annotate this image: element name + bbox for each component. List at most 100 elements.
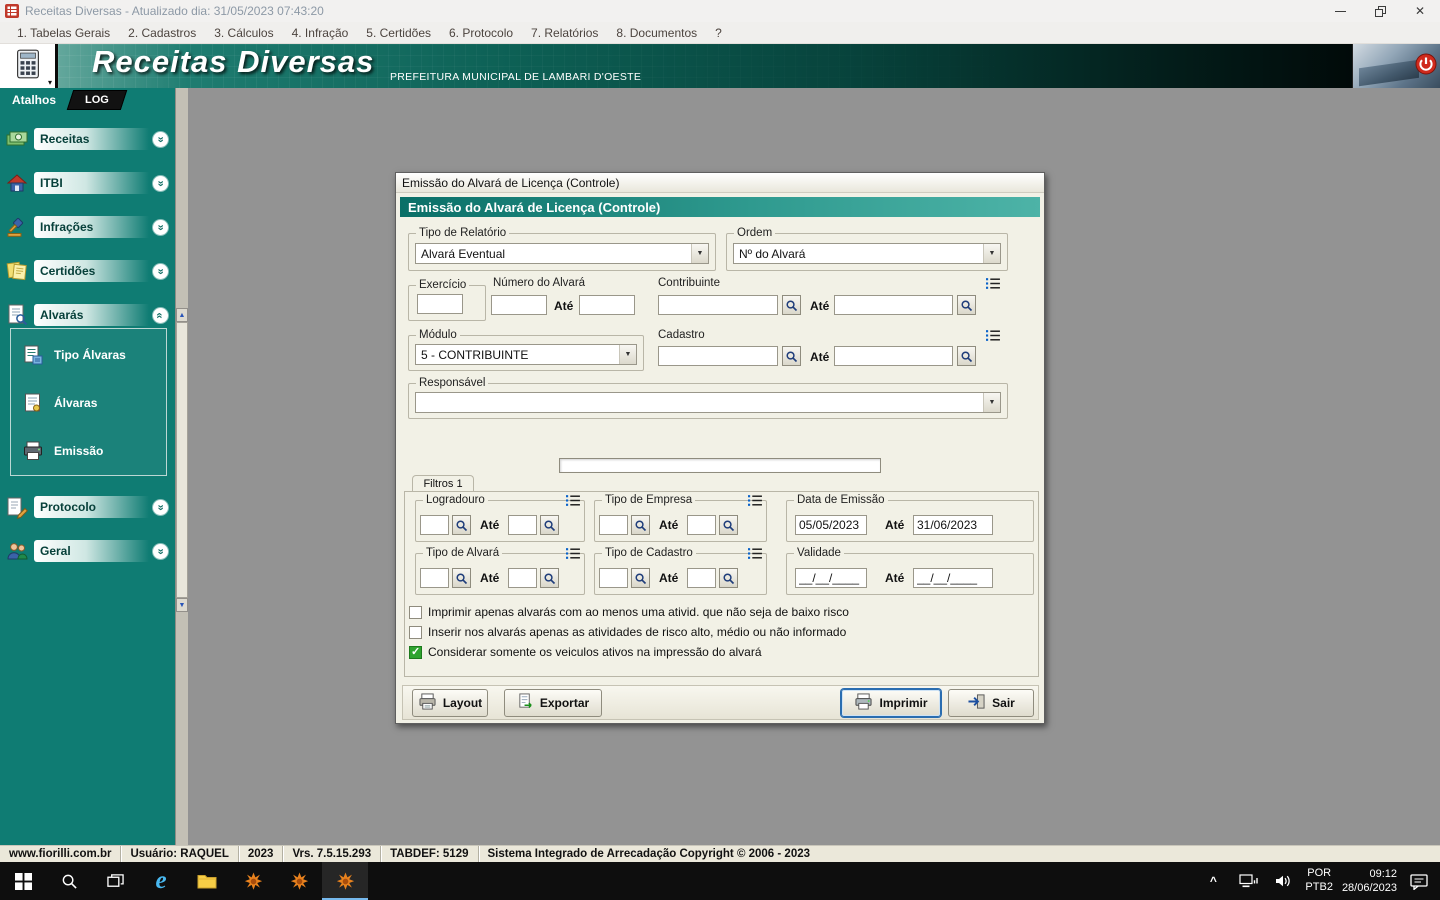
speaker-icon[interactable] [1270, 868, 1296, 894]
exercicio-input[interactable] [417, 294, 463, 314]
menu-certidoes[interactable]: 5. Certidões [357, 24, 440, 42]
tipo-empresa-from-input[interactable] [599, 515, 628, 535]
data-emissao-from-input[interactable] [795, 515, 867, 535]
chevron-up-icon[interactable]: » [153, 308, 168, 323]
notification-center-icon[interactable] [1406, 868, 1432, 894]
sidebar-item-certidoes[interactable]: Certidões » [4, 258, 168, 284]
tipo-alvara-to-search-button[interactable] [540, 568, 559, 588]
tipo-empresa-to-search-button[interactable] [719, 515, 738, 535]
submenu-item-tipo-alvaras[interactable]: Tipo Álvaras [21, 341, 126, 369]
cadastro-from-search-button[interactable] [782, 346, 801, 366]
chevron-down-icon[interactable]: » [153, 544, 168, 559]
tipo-cadastro-from-input[interactable] [599, 568, 628, 588]
chevron-down-icon[interactable]: » [153, 500, 168, 515]
submenu-item-emissao[interactable]: Emissão [21, 437, 103, 465]
contribuinte-from-search-button[interactable] [782, 295, 801, 315]
menu-protocolo[interactable]: 6. Protocolo [440, 24, 522, 42]
close-icon[interactable]: ✕ [1400, 0, 1440, 22]
numero-alvara-from-input[interactable] [491, 295, 547, 315]
cadastro-from-input[interactable] [658, 346, 778, 366]
imprimir-button[interactable]: Imprimir [841, 689, 941, 717]
layout-button[interactable]: Layout [412, 689, 488, 717]
tipo-empresa-to-input[interactable] [687, 515, 716, 535]
logradouro-from-search-button[interactable] [452, 515, 471, 535]
sidebar-item-itbi[interactable]: ITBI » [4, 170, 168, 196]
tipo-alvara-from-input[interactable] [420, 568, 449, 588]
validade-to-input[interactable] [913, 568, 993, 588]
task-view-button[interactable] [92, 862, 138, 900]
edge-browser-button[interactable]: e [138, 862, 184, 900]
menu-documentos[interactable]: 8. Documentos [607, 24, 706, 42]
window-titlebar[interactable]: Receitas Diversas - Atualizado dia: 31/0… [0, 0, 1440, 22]
network-icon[interactable] [1235, 868, 1261, 894]
chevron-down-icon[interactable]: » [153, 132, 168, 147]
contribuinte-to-input[interactable] [834, 295, 953, 315]
sidebar-tab-atalhos[interactable]: Atalhos [8, 90, 64, 110]
start-button[interactable] [0, 862, 46, 900]
menu-cadastros[interactable]: 2. Cadastros [119, 24, 205, 42]
contribuinte-list-button[interactable] [985, 276, 1002, 290]
sair-button[interactable]: Sair [948, 689, 1034, 717]
contribuinte-to-search-button[interactable] [957, 295, 976, 315]
fiorilli-app-3-button-active[interactable] [322, 862, 368, 900]
taskbar-search-button[interactable] [46, 862, 92, 900]
menu-calculos[interactable]: 3. Cálculos [205, 24, 282, 42]
tipo-empresa-list-button[interactable] [747, 493, 764, 507]
chevron-down-icon[interactable]: » [153, 220, 168, 235]
tipo-alvara-to-input[interactable] [508, 568, 537, 588]
tab-filtros-1[interactable]: Filtros 1 [412, 475, 474, 492]
dropdown-arrow-icon[interactable]: ▼ [619, 345, 636, 364]
exportar-button[interactable]: Exportar [504, 689, 602, 717]
menu-infracao[interactable]: 4. Infração [283, 24, 358, 42]
logradouro-from-input[interactable] [420, 515, 449, 535]
tipo-empresa-from-search-button[interactable] [631, 515, 650, 535]
cadastro-to-input[interactable] [834, 346, 953, 366]
checkbox-baixo-risco[interactable] [409, 606, 422, 619]
taskbar-clock[interactable]: 09:12 28/06/2023 [1342, 867, 1397, 896]
sidebar-item-protocolo[interactable]: Protocolo » [4, 494, 168, 520]
tray-chevron-icon[interactable]: ^ [1200, 868, 1226, 894]
tipo-cadastro-to-input[interactable] [687, 568, 716, 588]
sidebar-item-receitas[interactable]: Receitas » [4, 126, 168, 152]
dropdown-arrow-icon[interactable]: ▼ [691, 244, 708, 263]
sidebar-tab-log[interactable]: LOG [67, 90, 127, 110]
restore-icon[interactable] [1360, 0, 1400, 22]
fiorilli-app-1-button[interactable] [230, 862, 276, 900]
tipo-alvara-from-search-button[interactable] [452, 568, 471, 588]
calculator-launcher[interactable]: ▾ [0, 44, 58, 88]
tipo-cadastro-list-button[interactable] [747, 546, 764, 560]
submenu-item-alvaras[interactable]: Álvaras [21, 389, 97, 417]
tipo-alvara-list-button[interactable] [565, 546, 582, 560]
cadastro-to-search-button[interactable] [957, 346, 976, 366]
power-button[interactable] [1415, 53, 1437, 75]
tipo-cadastro-from-search-button[interactable] [631, 568, 650, 588]
responsavel-select[interactable]: ▼ [415, 392, 1001, 413]
minimize-icon[interactable] [1320, 0, 1360, 22]
tipo-cadastro-to-search-button[interactable] [719, 568, 738, 588]
contribuinte-from-input[interactable] [658, 295, 778, 315]
fiorilli-app-2-button[interactable] [276, 862, 322, 900]
scroll-down-icon[interactable]: ▼ [176, 598, 188, 612]
numero-alvara-to-input[interactable] [579, 295, 635, 315]
checkbox-risco-alto[interactable] [409, 626, 422, 639]
scrollbar-track[interactable] [176, 322, 188, 598]
menu-help[interactable]: ? [706, 24, 731, 42]
ordem-select[interactable]: Nº do Alvará ▼ [733, 243, 1001, 264]
chevron-down-icon[interactable]: » [153, 264, 168, 279]
dropdown-arrow-icon[interactable]: ▼ [983, 244, 1000, 263]
chevron-down-icon[interactable]: » [153, 176, 168, 191]
logradouro-list-button[interactable] [565, 493, 582, 507]
dialog-titlebar[interactable]: Emissão do Alvará de Licença (Controle) [396, 173, 1044, 193]
file-explorer-button[interactable] [184, 862, 230, 900]
menu-tabelas-gerais[interactable]: 1. Tabelas Gerais [8, 24, 119, 42]
checkbox-veiculos-ativos[interactable] [409, 646, 422, 659]
modulo-select[interactable]: 5 - CONTRIBUINTE ▼ [415, 344, 637, 365]
sidebar-scrollbar[interactable]: ▲ ▼ [175, 88, 188, 845]
validade-from-input[interactable] [795, 568, 867, 588]
language-indicator[interactable]: POR PTB2 [1305, 867, 1333, 895]
sidebar-item-infracoes[interactable]: Infrações » [4, 214, 168, 240]
menu-relatorios[interactable]: 7. Relatórios [522, 24, 607, 42]
logradouro-to-input[interactable] [508, 515, 537, 535]
launcher-caret-icon[interactable]: ▾ [48, 78, 52, 87]
logradouro-to-search-button[interactable] [540, 515, 559, 535]
